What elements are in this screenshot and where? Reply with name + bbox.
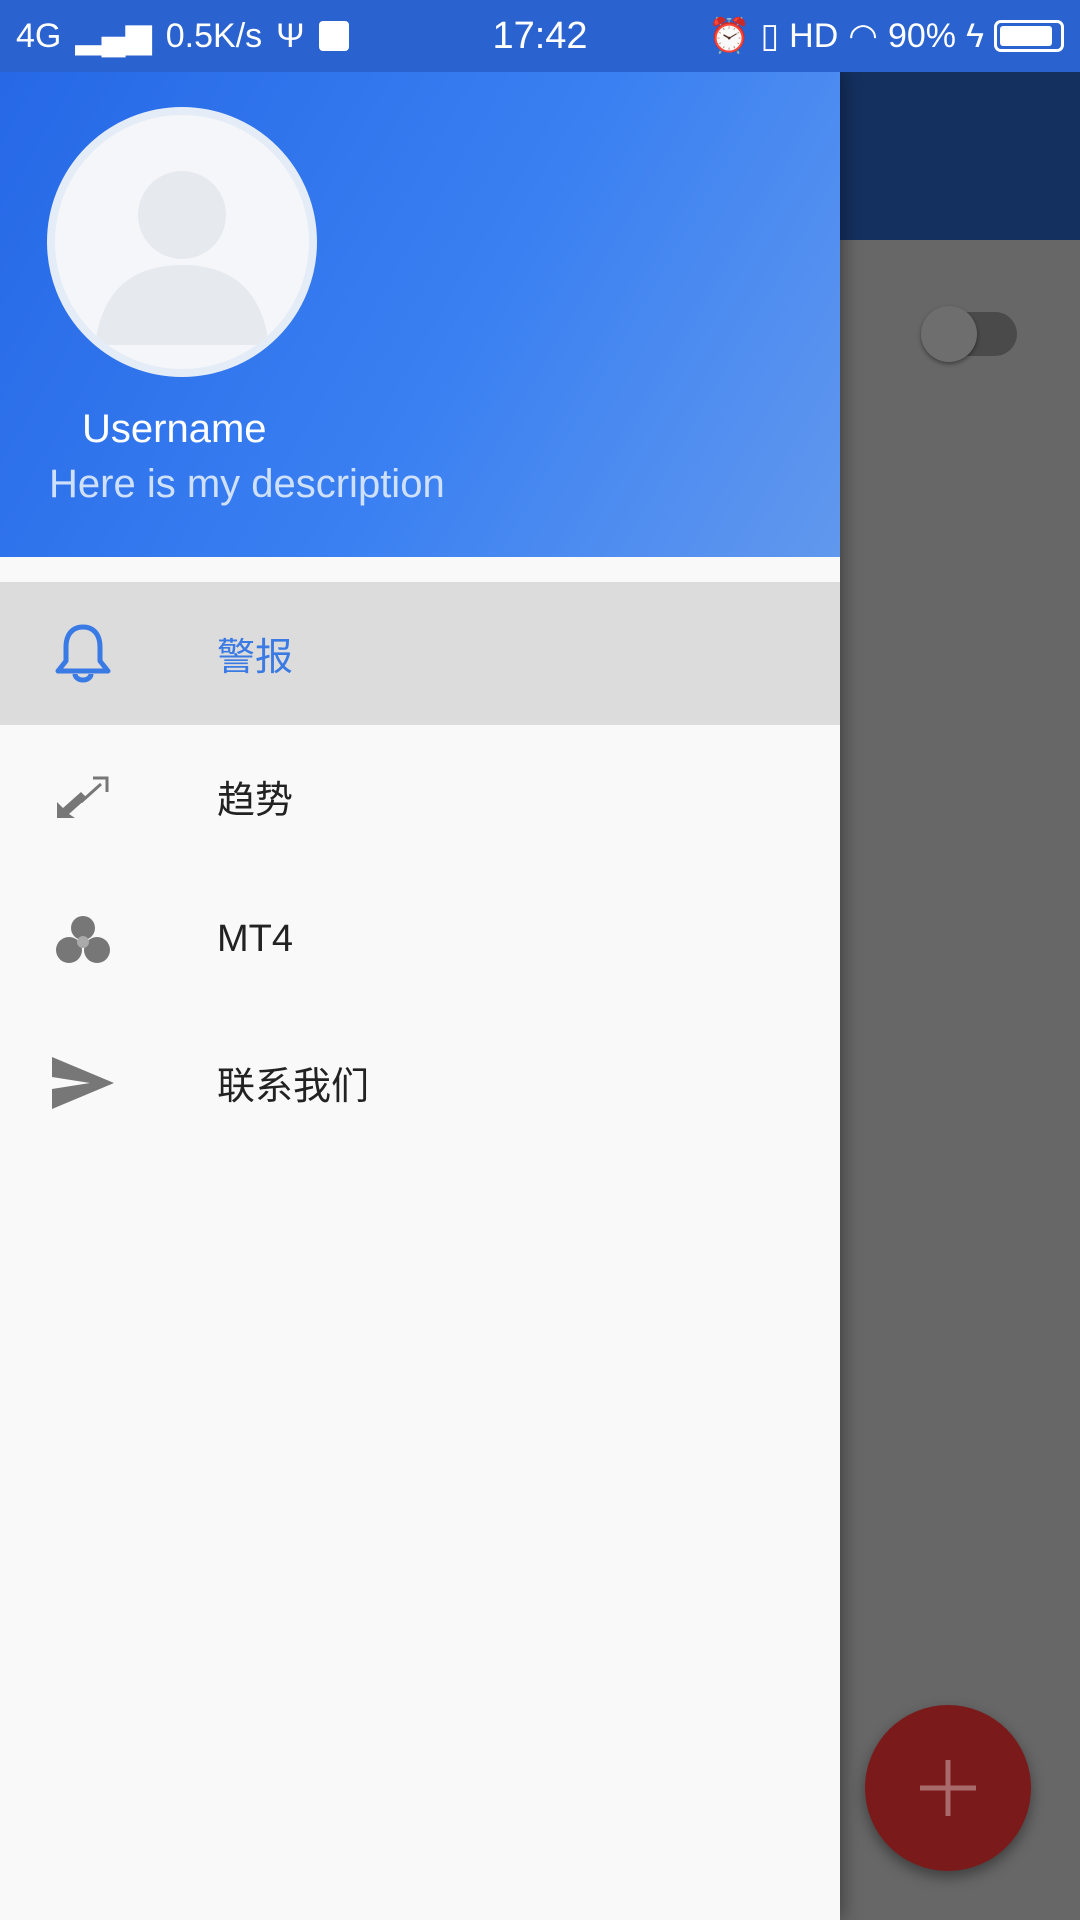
toggle-switch[interactable] bbox=[921, 306, 1017, 362]
vibrate-icon: ▯ bbox=[760, 17, 780, 55]
navigation-drawer: Username Here is my description 警报 趋势 MT… bbox=[0, 72, 840, 1920]
battery-percent: 90% bbox=[887, 16, 956, 55]
trend-arrows-icon bbox=[50, 764, 116, 830]
network-type: 4G bbox=[16, 16, 62, 55]
drawer-header: Username Here is my description bbox=[0, 72, 840, 557]
username: Username bbox=[82, 407, 267, 451]
network-speed: 0.5K/s bbox=[165, 16, 263, 55]
menu-item-trend[interactable]: 趋势 bbox=[0, 725, 840, 868]
usb-debug-icon bbox=[318, 21, 349, 51]
menu-item-contact-us[interactable]: 联系我们 bbox=[0, 1011, 840, 1154]
signal-icon: ▂▄▆ bbox=[75, 17, 152, 55]
battery-icon bbox=[994, 20, 1064, 52]
menu-item-label: 趋势 bbox=[217, 780, 294, 822]
alarm-icon: ⏰ bbox=[708, 17, 751, 55]
add-fab-button[interactable] bbox=[865, 1705, 1031, 1871]
menu-item-mt4[interactable]: MT4 bbox=[0, 868, 840, 1011]
menu-item-label: MT4 bbox=[217, 918, 293, 960]
send-icon bbox=[50, 1050, 116, 1116]
user-description: Here is my description bbox=[49, 462, 445, 506]
usb-icon: Ψ bbox=[276, 16, 305, 55]
drawer-menu: 警报 趋势 MT4 联系我们 bbox=[0, 582, 840, 1154]
plus-icon bbox=[920, 1760, 976, 1816]
charging-icon: ϟ bbox=[966, 16, 984, 55]
wifi-icon: ◠ bbox=[848, 17, 878, 55]
avatar[interactable] bbox=[47, 107, 317, 377]
mt4-logo-icon bbox=[50, 907, 116, 973]
menu-item-label: 警报 bbox=[217, 637, 294, 679]
bell-icon bbox=[50, 621, 116, 687]
hd-indicator: HD bbox=[789, 16, 839, 55]
status-bar: 4G ▂▄▆ 0.5K/s Ψ 17:42 ⏰ ▯ HD ◠ 90% ϟ bbox=[0, 0, 1080, 72]
menu-item-label: 联系我们 bbox=[217, 1066, 370, 1108]
menu-item-alerts[interactable]: 警报 bbox=[0, 582, 840, 725]
